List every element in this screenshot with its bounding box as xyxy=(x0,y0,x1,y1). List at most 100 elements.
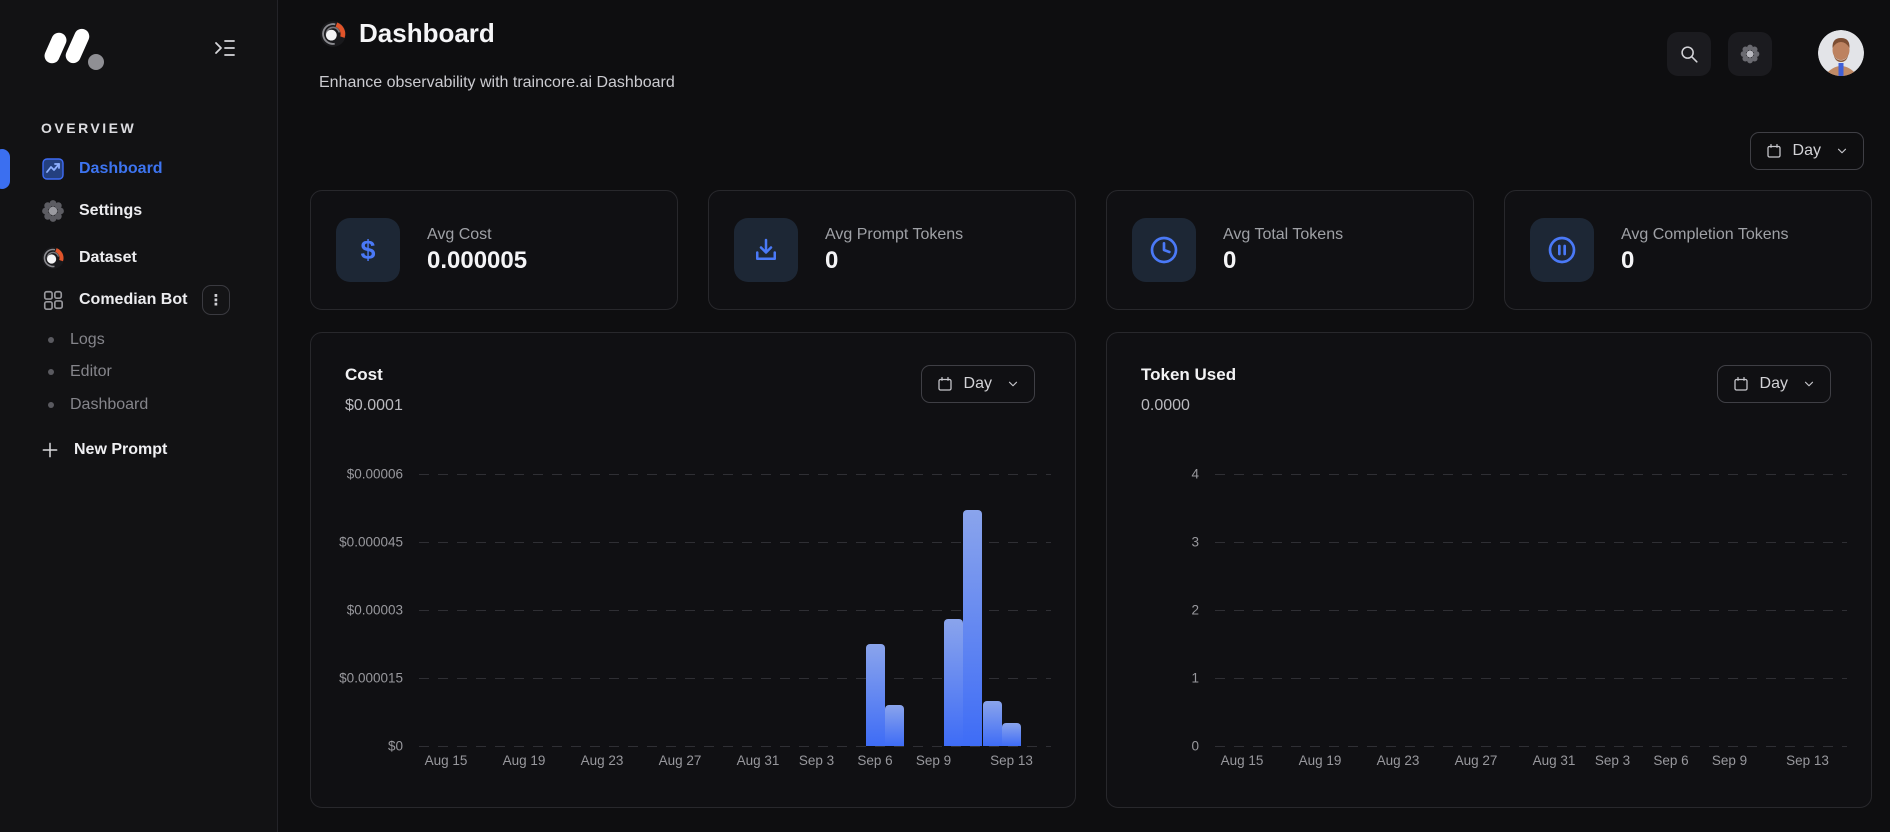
calendar-icon xyxy=(1732,375,1750,393)
x-tick-label: Sep 6 xyxy=(1653,753,1688,768)
pause-circle-icon xyxy=(1530,218,1594,282)
gridline xyxy=(1215,678,1847,679)
bar[interactable] xyxy=(885,705,904,746)
sidebar-subitem-logs[interactable]: Logs xyxy=(0,325,278,355)
gridline xyxy=(419,746,1051,747)
grid-icon xyxy=(41,288,65,312)
plot-area xyxy=(419,474,1051,746)
gridline xyxy=(1215,474,1847,475)
x-axis-labels: Aug 15Aug 19Aug 23Aug 27Aug 31Sep 3Sep 6… xyxy=(1215,753,1847,775)
gear-flower-icon xyxy=(41,199,65,223)
x-tick-label: Aug 27 xyxy=(1455,753,1498,768)
bullet-icon xyxy=(48,337,54,343)
bar[interactable] xyxy=(963,510,982,746)
token-period-select[interactable]: Day xyxy=(1717,365,1831,403)
sidebar-item-label: Dataset xyxy=(79,249,137,267)
x-tick-label: Aug 19 xyxy=(503,753,546,768)
stat-value: 0 xyxy=(825,247,963,275)
x-axis-labels: Aug 15 Aug 19 Aug 23 Aug 27 Aug 31 Sep 3 Sep 6… xyxy=(419,753,1051,775)
chevron-down-icon xyxy=(1006,377,1020,391)
sidebar-subitem-label: Editor xyxy=(70,363,112,381)
period-value: Day xyxy=(1793,142,1821,160)
sidebar-item-comedian-bot[interactable]: Comedian Bot ⋮ xyxy=(0,278,278,322)
x-tick-label: Aug 23 xyxy=(581,753,624,768)
stat-value: 0 xyxy=(1621,247,1789,275)
stat-label: Avg Cost xyxy=(427,226,527,244)
x-tick-label: Aug 15 xyxy=(1221,753,1264,768)
x-tick-label: Sep 9 xyxy=(1712,753,1747,768)
plot-area xyxy=(1215,474,1847,746)
search-icon xyxy=(1678,43,1700,65)
sidebar-subitem-dashboard[interactable]: Dashboard xyxy=(0,390,278,420)
stat-label: Avg Completion Tokens xyxy=(1621,226,1789,244)
sidebar-subitem-label: Dashboard xyxy=(70,396,148,414)
y-tick-label: $0 xyxy=(388,739,403,754)
sidebar-subitem-label: Logs xyxy=(70,331,105,349)
kebab-menu-icon[interactable]: ⋮ xyxy=(202,285,230,315)
main-content: Dashboard Enhance observability with tra… xyxy=(278,0,1890,832)
chart-title: Token Used xyxy=(1141,365,1236,385)
x-tick-label: Sep 3 xyxy=(1595,753,1630,768)
new-prompt-label: New Prompt xyxy=(74,441,167,459)
y-tick-label: 4 xyxy=(1191,467,1199,482)
stat-value: 0.000005 xyxy=(427,247,527,275)
sidebar-subitem-editor[interactable]: Editor xyxy=(0,357,278,387)
calendar-icon xyxy=(1765,142,1783,160)
y-tick-label: 3 xyxy=(1191,535,1199,550)
x-tick-label: Aug 15 xyxy=(425,753,468,768)
token-used-chart-card: Token Used 0.0000 Day 01234 Aug 15 xyxy=(1106,332,1872,808)
y-tick-label: $0.000015 xyxy=(339,671,403,686)
bullet-icon xyxy=(48,369,54,375)
sidebar-item-settings[interactable]: Settings xyxy=(0,189,278,233)
y-tick-label: $0.000045 xyxy=(339,535,403,550)
page-title-donut-icon xyxy=(319,20,347,48)
gridline xyxy=(419,474,1051,475)
chart-total: $0.0001 xyxy=(345,397,403,415)
y-tick-label: 0 xyxy=(1191,739,1199,754)
stat-card-avg-cost: $ Avg Cost 0.000005 xyxy=(310,190,678,310)
sidebar-item-dashboard[interactable]: Dashboard xyxy=(0,147,278,191)
gridline xyxy=(1215,542,1847,543)
bar[interactable] xyxy=(944,619,963,746)
settings-button[interactable] xyxy=(1728,32,1772,76)
x-tick-label: Aug 31 xyxy=(737,753,780,768)
chart-title: Cost xyxy=(345,365,383,385)
gridline xyxy=(1215,746,1847,747)
collapse-sidebar-icon[interactable] xyxy=(209,32,241,64)
stat-cards-row: $ Avg Cost 0.000005 Avg Prompt Tokens 0 xyxy=(310,190,1872,310)
gear-icon xyxy=(1739,43,1761,65)
new-prompt-button[interactable]: New Prompt xyxy=(0,435,278,465)
user-avatar[interactable] xyxy=(1818,30,1864,76)
bullet-icon xyxy=(48,402,54,408)
download-icon xyxy=(734,218,798,282)
period-value: Day xyxy=(964,375,992,393)
x-tick-label: Sep 3 xyxy=(799,753,834,768)
chart-line-icon xyxy=(41,157,65,181)
y-tick-label: $0.00006 xyxy=(347,467,403,482)
plus-icon xyxy=(40,440,60,460)
x-tick-label: Sep 6 xyxy=(857,753,892,768)
y-tick-label: $0.00003 xyxy=(347,603,403,618)
bar[interactable] xyxy=(983,701,1002,746)
svg-text:$: $ xyxy=(361,235,376,265)
traincore-logo-icon[interactable] xyxy=(40,22,112,74)
sidebar-item-dataset[interactable]: Dataset xyxy=(0,236,278,280)
period-value: Day xyxy=(1760,375,1788,393)
bar[interactable] xyxy=(1002,723,1021,746)
chevron-down-icon xyxy=(1802,377,1816,391)
calendar-icon xyxy=(936,375,954,393)
sidebar-item-label: Comedian Bot xyxy=(79,291,187,309)
x-tick-label: Sep 13 xyxy=(1786,753,1829,768)
y-axis-labels: $0$0.000015$0.00003$0.000045$0.00006 xyxy=(311,474,411,746)
clock-icon xyxy=(1132,218,1196,282)
cost-period-select[interactable]: Day xyxy=(921,365,1035,403)
cost-chart-card: Cost $0.0001 Day $0 $0.000015 $0.00003 $0.0… xyxy=(310,332,1076,808)
search-button[interactable] xyxy=(1667,32,1711,76)
x-tick-label: Aug 27 xyxy=(659,753,702,768)
active-indicator xyxy=(0,149,10,189)
bar[interactable] xyxy=(866,644,885,746)
gridline xyxy=(419,610,1051,611)
y-tick-label: 2 xyxy=(1191,603,1199,618)
period-select[interactable]: Day xyxy=(1750,132,1864,170)
page-title: Dashboard xyxy=(359,18,495,49)
